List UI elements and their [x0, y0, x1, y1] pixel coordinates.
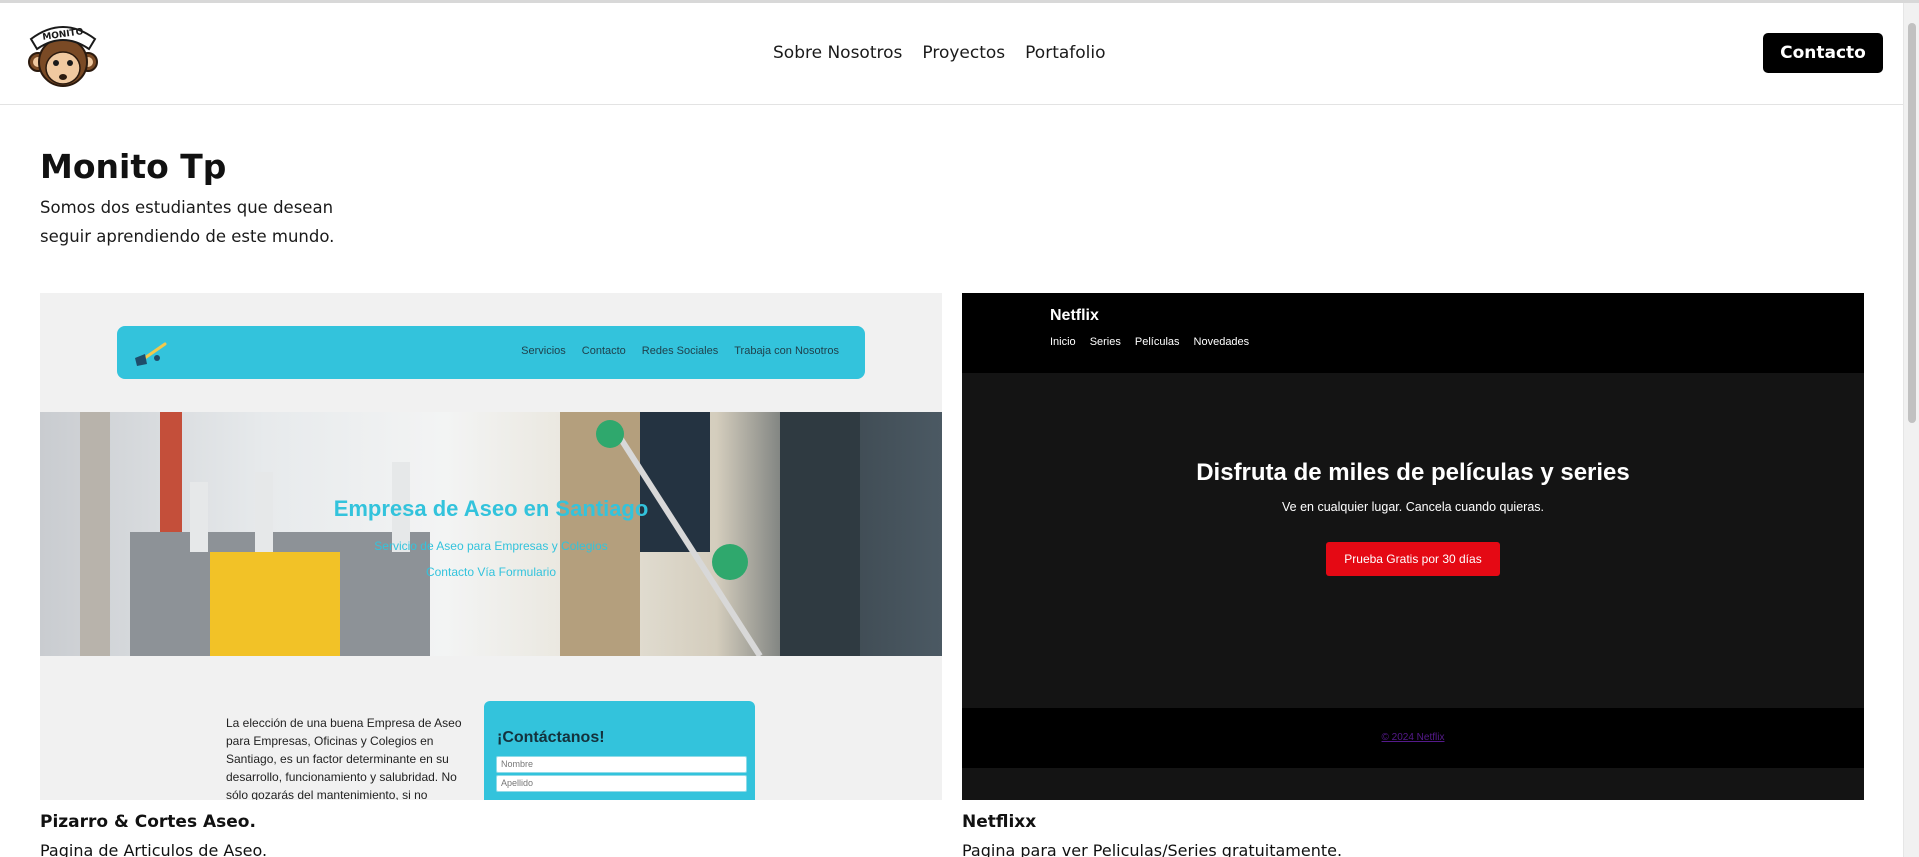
aseo-nav-trabaja[interactable]: Trabaja con Nosotros [734, 345, 839, 357]
netflix-nav-links: Inicio Series Películas Novedades [1050, 336, 1249, 348]
project-preview-netflix[interactable]: Netflix Inicio Series Películas Novedade… [962, 293, 1864, 800]
broom-icon [131, 338, 171, 368]
aseo-hero-subtitle: Servicio de Aseo para Empresas y Colegio… [374, 539, 608, 553]
page-title: Monito Tp [40, 147, 227, 186]
netflix-hero-title: Disfruta de miles de películas y series [1196, 459, 1630, 486]
aseo-nav-redes-sociales[interactable]: Redes Sociales [642, 345, 718, 357]
netflix-nav-inicio[interactable]: Inicio [1050, 336, 1076, 348]
page-description: Somos dos estudiantes que desean seguir … [40, 193, 360, 251]
netflix-nav-novedades[interactable]: Novedades [1194, 336, 1250, 348]
project-title-netflix[interactable]: Netflixx [962, 812, 1036, 832]
page-scrollbar[interactable] [1903, 3, 1919, 857]
nav-sobre-nosotros[interactable]: Sobre Nosotros [773, 43, 902, 63]
aseo-form-nombre-input[interactable]: Nombre [496, 756, 747, 773]
contact-button[interactable]: Contacto [1763, 33, 1883, 73]
nav-proyectos[interactable]: Proyectos [922, 43, 1005, 63]
main-nav: Sobre Nosotros Proyectos Portafolio [773, 43, 1106, 63]
netflix-nav-series[interactable]: Series [1090, 336, 1121, 348]
page-description-line-2: seguir aprendiendo de este mundo. [40, 227, 335, 246]
netflix-trial-button[interactable]: Prueba Gratis por 30 días [1326, 542, 1500, 576]
aseo-body-text: La elección de una buena Empresa de Aseo… [226, 716, 462, 800]
project-title-aseo[interactable]: Pizarro & Cortes Aseo. [40, 812, 256, 832]
aseo-contact-form: ¡Contáctanos! Nombre Apellido [484, 701, 755, 800]
netflix-brand[interactable]: Netflix [1050, 307, 1099, 325]
project-preview-aseo[interactable]: Servicios Contacto Redes Sociales Trabaj… [40, 293, 942, 800]
aseo-navbar: Servicios Contacto Redes Sociales Trabaj… [117, 326, 865, 379]
aseo-form-apellido-input[interactable]: Apellido [496, 775, 747, 792]
page-description-line-1: Somos dos estudiantes que desean [40, 198, 334, 217]
aseo-nav-links: Servicios Contacto Redes Sociales Trabaj… [521, 345, 839, 357]
monito-logo[interactable]: MONITO [27, 17, 99, 91]
aseo-nav-contacto[interactable]: Contacto [582, 345, 626, 357]
project-description-netflix: Pagina para ver Peliculas/Series gratuit… [962, 841, 1343, 857]
aseo-nav-servicios[interactable]: Servicios [521, 345, 566, 357]
netflix-footer: © 2024 Netflix [962, 708, 1864, 768]
netflix-footer-link[interactable]: © 2024 Netflix [962, 732, 1864, 743]
aseo-hero-title: Empresa de Aseo en Santiago [333, 496, 649, 521]
aseo-hero-image: Empresa de Aseo en Santiago Servicio de … [40, 412, 942, 656]
aseo-form-title: ¡Contáctanos! [497, 729, 605, 746]
project-description-aseo: Pagina de Articulos de Aseo. [40, 841, 268, 857]
nav-portafolio[interactable]: Portafolio [1025, 43, 1105, 63]
netflix-nav-peliculas[interactable]: Películas [1135, 336, 1180, 348]
netflix-navbar: Netflix Inicio Series Películas Novedade… [962, 293, 1864, 373]
aseo-hero-contact-link[interactable]: Contacto Vía Formulario [40, 565, 942, 579]
scrollbar-thumb[interactable] [1908, 23, 1916, 423]
netflix-hero-subtitle: Ve en cualquier lugar. Cancela cuando qu… [1282, 500, 1544, 514]
site-header: MONITO Sobre Nosotros Proyectos Portafol… [0, 3, 1903, 105]
